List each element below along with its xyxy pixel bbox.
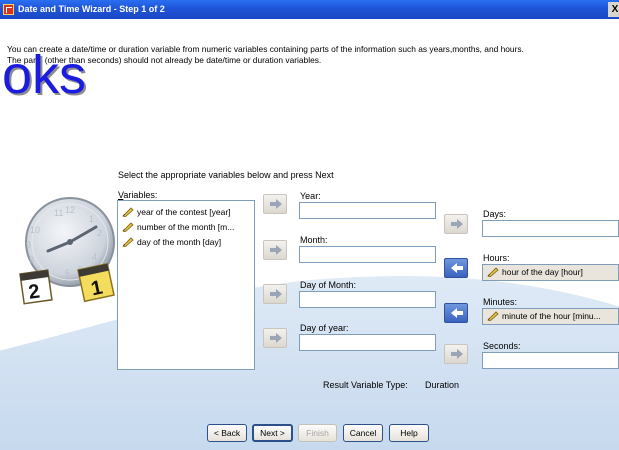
clock-calendar-icon: 12111 1029 846 5 2 1 <box>19 197 115 305</box>
ruler-pencil-icon <box>487 311 499 321</box>
days-label: Days: <box>483 209 507 219</box>
result-type-label: Result Variable Type: <box>323 380 408 390</box>
list-item[interactable]: year of the contest [year] <box>122 207 231 217</box>
arrow-right-icon <box>270 245 282 255</box>
finish-button[interactable]: Finish <box>298 424 337 442</box>
arrow-right-icon <box>451 349 463 359</box>
svg-text:8: 8 <box>29 255 34 265</box>
month-label: Month: <box>300 235 328 245</box>
svg-text:2: 2 <box>97 228 102 238</box>
window-title: Date and Time Wizard - Step 1 of 2 <box>18 4 165 14</box>
variables-list[interactable]: year of the contest [year] number of the… <box>117 200 255 370</box>
list-item[interactable]: day of the month [day] <box>122 237 221 247</box>
svg-text:9: 9 <box>26 240 31 250</box>
title-bar: Date and Time Wizard - Step 1 of 2 X <box>0 0 619 19</box>
svg-text:4: 4 <box>92 252 97 262</box>
year-field[interactable] <box>299 202 436 219</box>
move-to-day-of-month-button[interactable] <box>263 284 287 304</box>
list-item[interactable]: number of the month [m... <box>122 222 234 232</box>
arrow-right-icon <box>451 219 463 229</box>
next-button[interactable]: Next > <box>252 424 293 442</box>
ruler-pencil-icon <box>122 237 134 247</box>
month-field[interactable] <box>299 246 436 263</box>
year-label: Year: <box>300 191 321 201</box>
cancel-button[interactable]: Cancel <box>343 424 383 442</box>
minutes-field[interactable]: minute of the hour [minu... <box>482 308 619 325</box>
result-type-value: Duration <box>425 380 460 390</box>
day-of-year-field[interactable] <box>299 334 436 351</box>
seconds-field[interactable] <box>482 352 619 369</box>
day-of-month-label: Day of Month: <box>300 280 357 290</box>
day-of-month-field[interactable] <box>299 291 436 308</box>
svg-text:1: 1 <box>89 214 94 224</box>
variables-label: Variables: <box>118 190 158 200</box>
ruler-pencil-icon <box>487 267 499 277</box>
hours-field[interactable]: hour of the day [hour] <box>482 264 619 281</box>
days-field[interactable] <box>482 220 619 237</box>
move-to-month-button[interactable] <box>263 240 287 260</box>
hours-label: Hours: <box>483 253 510 263</box>
back-button[interactable]: < Back <box>207 424 247 442</box>
move-to-day-of-year-button[interactable] <box>263 328 287 348</box>
svg-text:10: 10 <box>30 225 40 235</box>
help-button[interactable]: Help <box>389 424 429 442</box>
move-from-minutes-button[interactable] <box>444 303 468 323</box>
svg-text:12: 12 <box>65 205 75 215</box>
move-from-hours-button[interactable] <box>444 258 468 278</box>
arrow-right-icon <box>270 333 282 343</box>
day-of-year-label: Day of year: <box>300 323 349 333</box>
arrow-left-icon <box>451 263 463 273</box>
move-to-seconds-button[interactable] <box>444 344 468 364</box>
app-icon <box>3 4 14 15</box>
ruler-pencil-icon <box>122 222 134 232</box>
instruction-text: Select the appropriate variables below a… <box>118 170 334 180</box>
watermark-text: oks <box>2 45 87 105</box>
seconds-label: Seconds: <box>483 341 521 351</box>
svg-text:11: 11 <box>54 208 63 218</box>
wizard-window: Date and Time Wizard - Step 1 of 2 X You… <box>0 0 619 450</box>
hours-value: hour of the day [hour] <box>502 267 583 277</box>
close-icon[interactable]: X <box>608 2 619 17</box>
svg-text:6: 6 <box>65 268 70 278</box>
move-to-days-button[interactable] <box>444 214 468 234</box>
arrow-right-icon <box>270 289 282 299</box>
minutes-value: minute of the hour [minu... <box>502 311 601 321</box>
arrow-right-icon <box>270 199 282 209</box>
minutes-label: Minutes: <box>483 297 518 307</box>
ruler-pencil-icon <box>122 207 134 217</box>
arrow-left-icon <box>451 308 463 318</box>
move-to-year-button[interactable] <box>263 194 287 214</box>
